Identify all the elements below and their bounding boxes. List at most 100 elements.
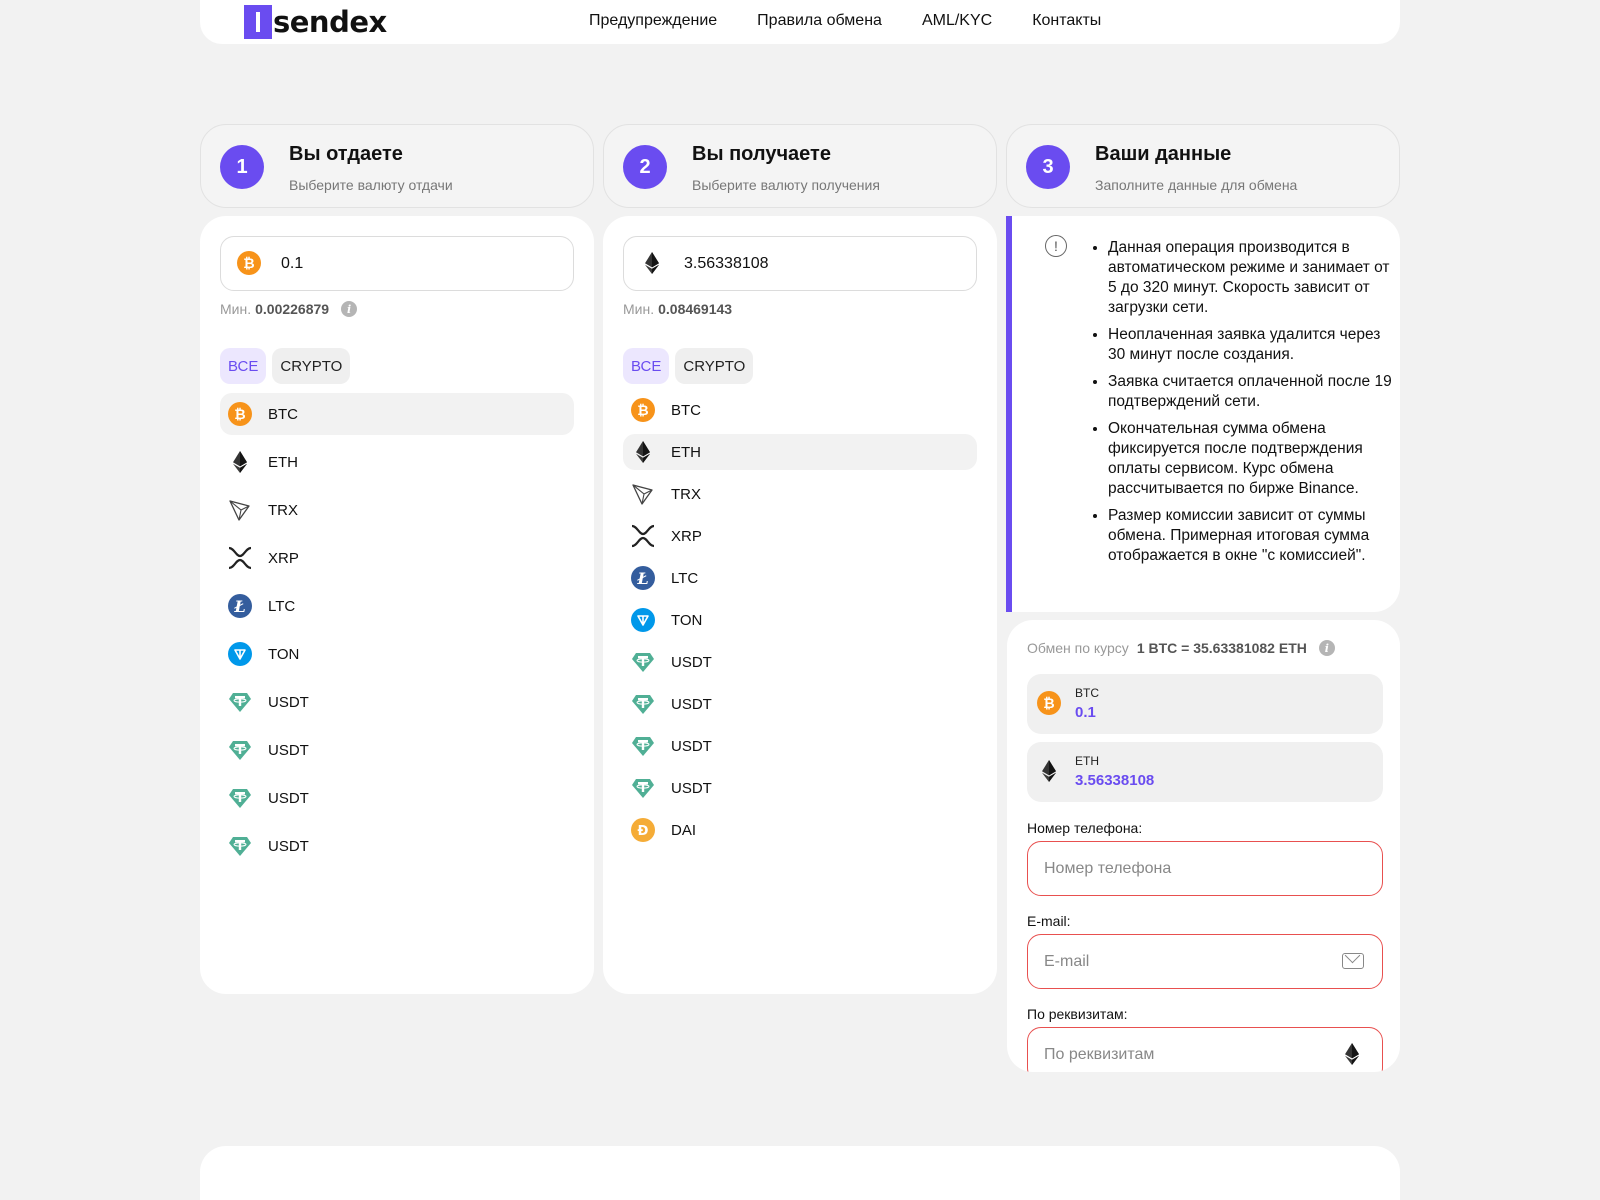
currency-label: LTC bbox=[671, 569, 699, 587]
phone-label: Номер телефона: bbox=[1027, 820, 1143, 836]
currency-label: USDT bbox=[268, 693, 309, 711]
note-item: Размер комиссии зависит от суммы обмена.… bbox=[1108, 506, 1398, 566]
usdt-icon bbox=[631, 776, 655, 800]
requisites-input[interactable] bbox=[1044, 1045, 1324, 1064]
currency-label: TRX bbox=[671, 485, 701, 503]
eth-icon bbox=[631, 440, 655, 464]
btc-icon bbox=[1037, 691, 1061, 715]
usdt-icon bbox=[228, 690, 252, 714]
requisites-label: По реквизитам: bbox=[1027, 1006, 1128, 1022]
min-label: Мин. bbox=[220, 301, 252, 317]
currency-option-btc[interactable]: BTC bbox=[623, 392, 977, 428]
eth-icon bbox=[1037, 759, 1061, 783]
note-item: Окончательная сумма обмена фиксируется п… bbox=[1108, 419, 1398, 499]
currency-label: ETH bbox=[671, 443, 701, 461]
step-title: Вы получаете bbox=[692, 143, 831, 165]
info-icon[interactable]: i bbox=[341, 301, 358, 317]
currency-option-usdt[interactable]: USDT bbox=[220, 729, 574, 771]
currency-option-usdt[interactable]: USDT bbox=[220, 681, 574, 723]
currency-option-usdt[interactable]: USDT bbox=[623, 770, 977, 806]
currency-option-trx[interactable]: TRX bbox=[220, 489, 574, 531]
btc-icon bbox=[228, 402, 252, 426]
receive-filters: ВСЕ CRYPTO bbox=[623, 348, 754, 384]
currency-option-ton[interactable]: TON bbox=[623, 602, 977, 638]
receive-currency-list: BTC ETH TRX XRP LTC TON USDT USDT USDT USDT DAI bbox=[623, 392, 977, 854]
min-value: 0.08469143 bbox=[658, 301, 733, 317]
email-label: E-mail: bbox=[1027, 913, 1071, 929]
exchange-summary-panel: Обмен по курсу 1 BTC = 35.63381082 ETH i… bbox=[1007, 620, 1400, 1072]
usdt-icon bbox=[228, 738, 252, 762]
nav-contacts[interactable]: Контакты bbox=[1032, 12, 1101, 30]
currency-label: USDT bbox=[268, 789, 309, 807]
filter-crypto[interactable]: CRYPTO bbox=[675, 348, 754, 384]
usdt-icon bbox=[631, 734, 655, 758]
nav-aml-kyc[interactable]: AML/KYC bbox=[922, 12, 992, 30]
currency-option-dai[interactable]: DAI bbox=[623, 812, 977, 848]
email-input[interactable] bbox=[1044, 952, 1324, 971]
site-logo[interactable]: sendex bbox=[244, 5, 387, 39]
notes-list: Данная операция производится в автоматич… bbox=[1108, 238, 1398, 573]
receive-panel: 3.56338108 Мин. 0.08469143 ВСЕ CRYPTO BT… bbox=[603, 216, 997, 994]
usdt-icon bbox=[228, 834, 252, 858]
note-item: Неоплаченная заявка удалится через 30 ми… bbox=[1108, 325, 1398, 365]
step-subtitle: Выберите валюту получения bbox=[692, 177, 880, 193]
bottom-section bbox=[200, 1146, 1400, 1200]
currency-option-usdt[interactable]: USDT bbox=[220, 825, 574, 867]
currency-option-usdt[interactable]: USDT bbox=[623, 686, 977, 722]
nav-exchange-rules[interactable]: Правила обмена bbox=[757, 12, 882, 30]
currency-option-ltc[interactable]: LTC bbox=[220, 585, 574, 627]
currency-option-usdt[interactable]: USDT bbox=[623, 728, 977, 764]
exchange-notes: ! Данная операция производится в автомат… bbox=[1006, 216, 1400, 612]
currency-option-btc[interactable]: BTC bbox=[220, 393, 574, 435]
filter-all[interactable]: ВСЕ bbox=[220, 348, 267, 384]
currency-option-ltc[interactable]: LTC bbox=[623, 560, 977, 596]
phone-input[interactable] bbox=[1044, 859, 1324, 878]
currency-option-eth[interactable]: ETH bbox=[220, 441, 574, 483]
summary-amount: 3.56338108 bbox=[1075, 772, 1155, 789]
receive-amount-value[interactable]: 3.56338108 bbox=[684, 255, 769, 273]
step-title: Ваши данные bbox=[1095, 143, 1232, 165]
min-label: Мин. bbox=[623, 301, 655, 317]
currency-option-usdt[interactable]: USDT bbox=[220, 777, 574, 819]
step-number: 3 bbox=[1026, 145, 1070, 189]
dai-icon bbox=[631, 818, 655, 842]
step-receive: 2 Вы получаете Выберите валюту получения bbox=[603, 124, 997, 208]
currency-option-xrp[interactable]: XRP bbox=[220, 537, 574, 579]
give-min-amount: Мин. 0.00226879 i bbox=[220, 301, 358, 317]
currency-option-ton[interactable]: TON bbox=[220, 633, 574, 675]
summary-ticker: BTC bbox=[1075, 686, 1099, 700]
phone-field[interactable] bbox=[1027, 841, 1383, 896]
usdt-icon bbox=[631, 692, 655, 716]
currency-option-trx[interactable]: TRX bbox=[623, 476, 977, 512]
site-header: sendex Предупреждение Правила обмена AML… bbox=[200, 0, 1400, 44]
currency-option-xrp[interactable]: XRP bbox=[623, 518, 977, 554]
xrp-icon bbox=[228, 546, 252, 570]
info-icon[interactable]: i bbox=[1318, 640, 1335, 656]
currency-label: XRP bbox=[268, 549, 299, 567]
step-details: 3 Ваши данные Заполните данные для обмен… bbox=[1006, 124, 1400, 208]
filter-all[interactable]: ВСЕ bbox=[623, 348, 670, 384]
currency-label: USDT bbox=[671, 737, 712, 755]
requisites-field[interactable] bbox=[1027, 1027, 1383, 1072]
nav-warning[interactable]: Предупреждение bbox=[589, 12, 717, 30]
filter-crypto[interactable]: CRYPTO bbox=[272, 348, 351, 384]
step-subtitle: Выберите валюту отдачи bbox=[289, 177, 453, 193]
currency-option-eth[interactable]: ETH bbox=[623, 434, 977, 470]
email-field[interactable] bbox=[1027, 934, 1383, 989]
ton-icon bbox=[631, 608, 655, 632]
step-give: 1 Вы отдаете Выберите валюту отдачи bbox=[200, 124, 594, 208]
receive-amount-field[interactable]: 3.56338108 bbox=[623, 236, 977, 291]
give-amount-field[interactable]: 0.1 bbox=[220, 236, 574, 291]
currency-label: BTC bbox=[268, 405, 298, 423]
give-amount-value[interactable]: 0.1 bbox=[281, 255, 303, 273]
exchange-rate: Обмен по курсу 1 BTC = 35.63381082 ETH i bbox=[1027, 640, 1335, 656]
currency-option-usdt[interactable]: USDT bbox=[623, 644, 977, 680]
currency-label: USDT bbox=[268, 741, 309, 759]
step-title: Вы отдаете bbox=[289, 143, 403, 165]
step-subtitle: Заполните данные для обмена bbox=[1095, 177, 1298, 193]
currency-label: TON bbox=[268, 645, 300, 663]
ltc-icon bbox=[228, 594, 252, 618]
min-value: 0.00226879 bbox=[255, 301, 330, 317]
currency-label: USDT bbox=[671, 779, 712, 797]
currency-label: TON bbox=[671, 611, 703, 629]
